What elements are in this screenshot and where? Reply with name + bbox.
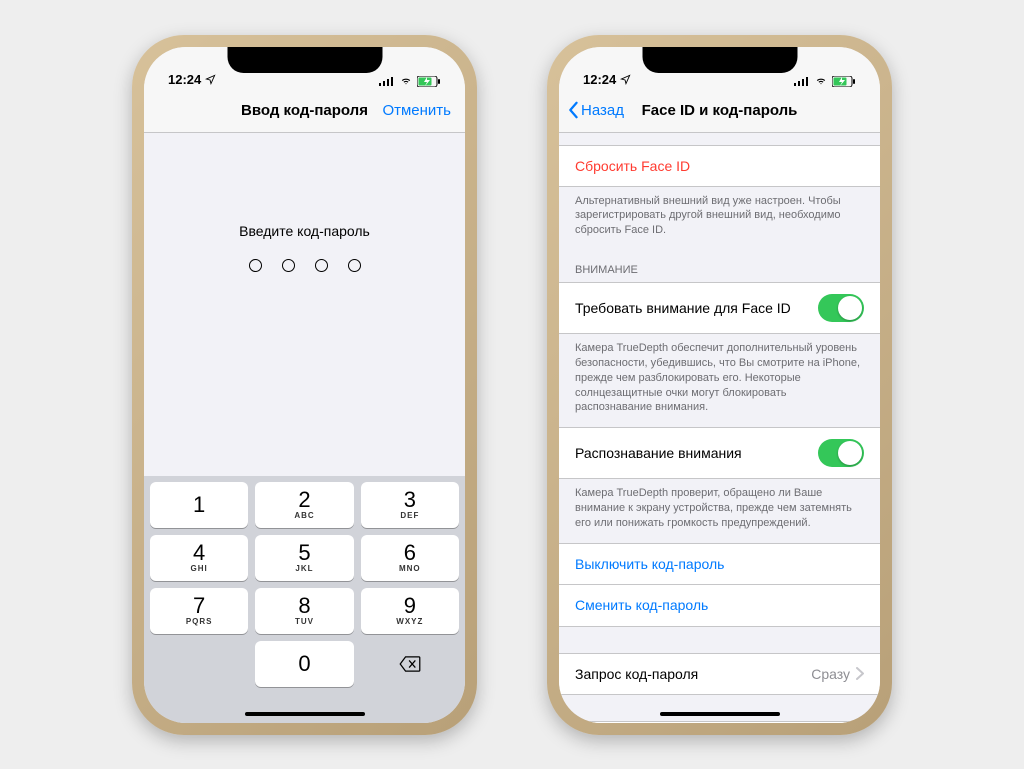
key-2[interactable]: 2ABC: [255, 482, 353, 528]
passcode-dot: [249, 259, 262, 272]
signal-icon: [794, 76, 810, 86]
backspace-key[interactable]: [361, 641, 459, 687]
nav-title: Face ID и код-пароль: [642, 102, 798, 119]
passcode-prompt: Введите код-пароль: [144, 223, 465, 239]
chevron-right-icon: [856, 667, 864, 680]
cell-label: Распознавание внимания: [575, 445, 742, 461]
passcode-dot: [282, 259, 295, 272]
reset-faceid-cell[interactable]: Сбросить Face ID: [559, 145, 880, 187]
voice-dial-cell[interactable]: Голосовой набор: [559, 721, 880, 723]
home-indicator[interactable]: [245, 712, 365, 716]
attention-aware-switch[interactable]: [818, 439, 864, 467]
key-5[interactable]: 5JKL: [255, 535, 353, 581]
numeric-keypad: 1 2ABC 3DEF 4GHI 5JKL 6MNO 7PQRS 8TUV 9W…: [144, 476, 465, 723]
wifi-icon: [399, 76, 413, 86]
back-button[interactable]: Назад: [567, 101, 624, 119]
cell-label: Выключить код-пароль: [575, 556, 724, 572]
notch: [227, 47, 382, 73]
settings-list[interactable]: Сбросить Face ID Альтернативный внешний …: [559, 133, 880, 723]
cancel-button[interactable]: Отменить: [382, 102, 451, 119]
location-icon: [620, 74, 631, 85]
notch: [642, 47, 797, 73]
battery-icon: [832, 76, 856, 87]
passcode-dot: [348, 259, 361, 272]
attention-header: ВНИМАНИЕ: [559, 250, 880, 282]
key-8[interactable]: 8TUV: [255, 588, 353, 634]
home-indicator[interactable]: [660, 712, 780, 716]
attention-aware-footer: Камера TrueDepth проверит, обращено ли В…: [559, 479, 880, 543]
require-attention-cell[interactable]: Требовать внимание для Face ID: [559, 282, 880, 334]
change-passcode-cell[interactable]: Сменить код-пароль: [559, 585, 880, 627]
turn-off-passcode-cell[interactable]: Выключить код-пароль: [559, 543, 880, 585]
nav-bar: Ввод код-пароля Отменить: [144, 89, 465, 133]
chevron-left-icon: [567, 101, 579, 119]
cell-label: Требовать внимание для Face ID: [575, 300, 791, 316]
reset-footer: Альтернативный внешний вид уже настроен.…: [559, 187, 880, 251]
key-1[interactable]: 1: [150, 482, 248, 528]
key-6[interactable]: 6MNO: [361, 535, 459, 581]
location-icon: [205, 74, 216, 85]
attention-aware-cell[interactable]: Распознавание внимания: [559, 427, 880, 479]
battery-icon: [417, 76, 441, 87]
key-3[interactable]: 3DEF: [361, 482, 459, 528]
nav-title: Ввод код-пароля: [241, 102, 368, 119]
signal-icon: [379, 76, 395, 86]
cell-label: Сбросить Face ID: [575, 158, 690, 174]
passcode-dots: [144, 259, 465, 272]
phone-right: 12:24 Назад Face ID и код-пароль Сбросит…: [547, 35, 892, 735]
status-time: 12:24: [168, 72, 201, 87]
wifi-icon: [814, 76, 828, 86]
key-4[interactable]: 4GHI: [150, 535, 248, 581]
phone-left: 12:24 Ввод код-пароля Отменить Введите к…: [132, 35, 477, 735]
key-9[interactable]: 9WXYZ: [361, 588, 459, 634]
key-empty: [150, 641, 248, 687]
screen-left: 12:24 Ввод код-пароля Отменить Введите к…: [144, 47, 465, 723]
backspace-icon: [399, 656, 421, 672]
nav-bar: Назад Face ID и код-пароль: [559, 89, 880, 133]
require-passcode-cell[interactable]: Запрос код-пароля Сразу: [559, 653, 880, 695]
passcode-area: Введите код-пароль: [144, 133, 465, 272]
passcode-dot: [315, 259, 328, 272]
status-time: 12:24: [583, 72, 616, 87]
cell-label: Запрос код-пароля: [575, 666, 698, 682]
require-passcode-value: Сразу: [811, 666, 850, 682]
cell-label: Сменить код-пароль: [575, 597, 708, 613]
require-attention-footer: Камера TrueDepth обеспечит дополнительны…: [559, 334, 880, 427]
require-attention-switch[interactable]: [818, 294, 864, 322]
key-0[interactable]: 0: [255, 641, 353, 687]
key-7[interactable]: 7PQRS: [150, 588, 248, 634]
screen-right: 12:24 Назад Face ID и код-пароль Сбросит…: [559, 47, 880, 723]
